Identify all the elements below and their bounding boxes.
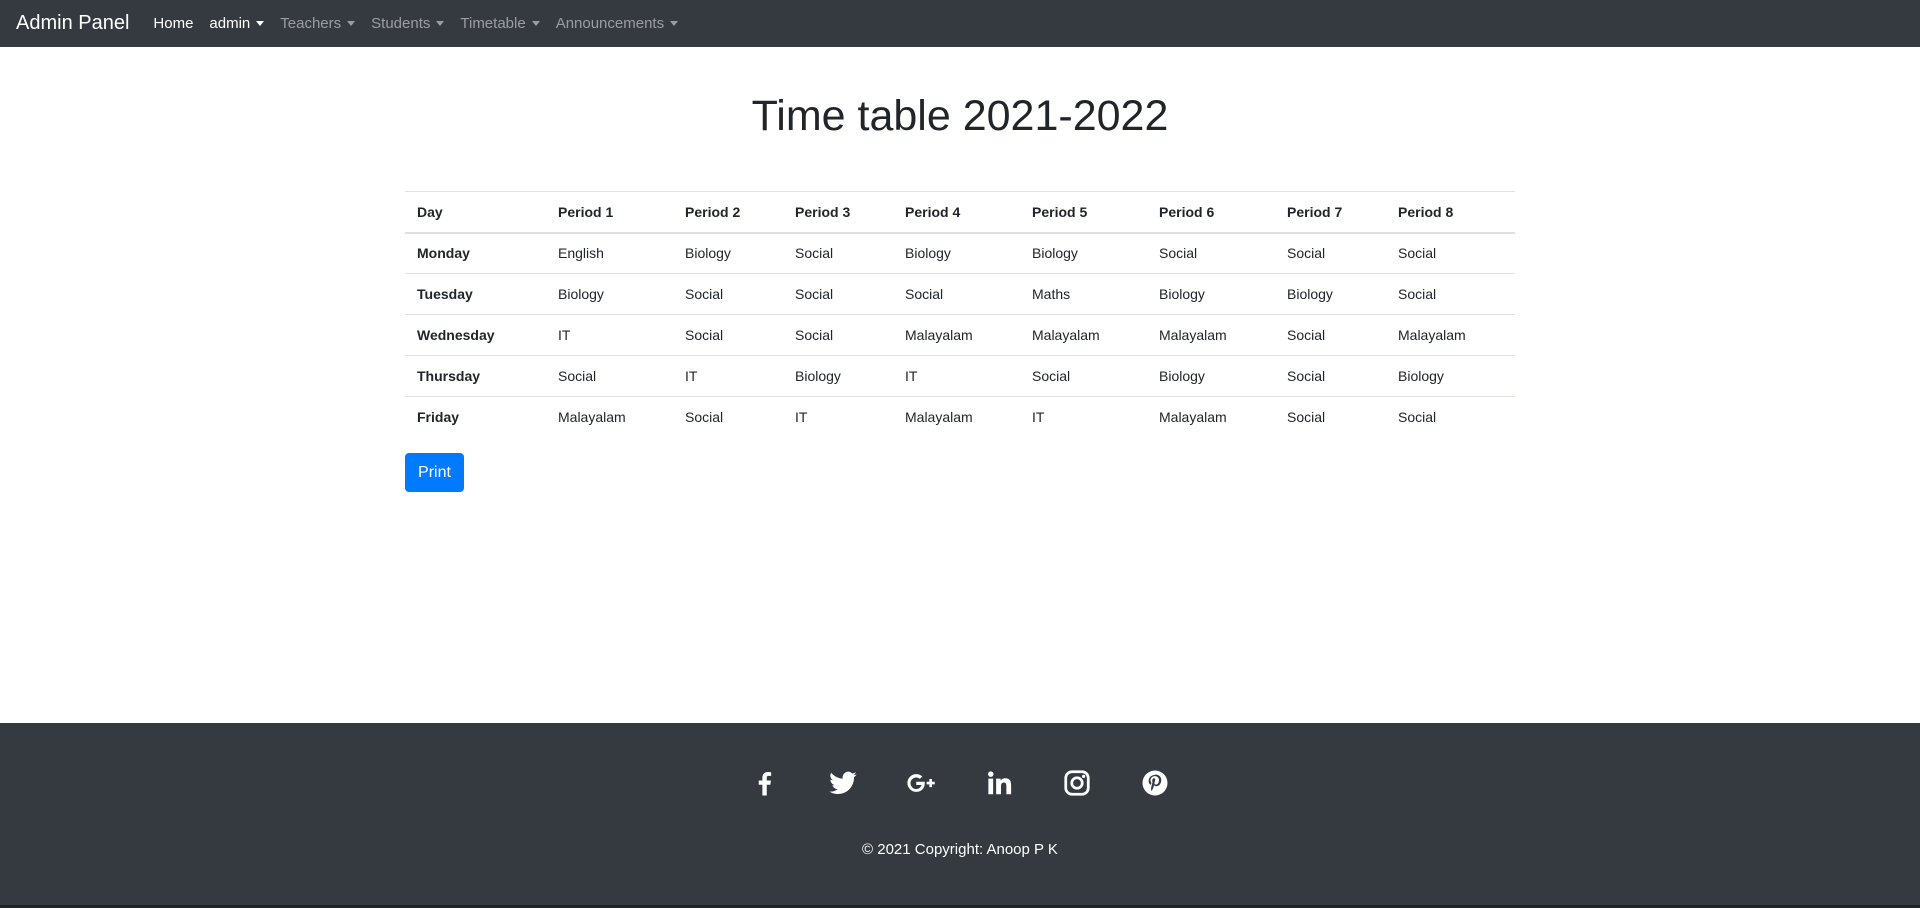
table-row: Tuesday Biology Social Social Social Mat… (405, 273, 1515, 315)
row-day-label: Monday (405, 232, 546, 274)
timetable-table: Day Period 1 Period 2 Period 3 Period 4 … (405, 191, 1515, 438)
period-cell: Social (1386, 396, 1515, 438)
period-cell: IT (893, 355, 1020, 397)
row-day-label: Friday (405, 396, 546, 438)
column-header-period-6: Period 6 (1147, 191, 1275, 234)
period-cell: Malayalam (1020, 314, 1147, 356)
nav-item-label: Home (153, 15, 194, 32)
period-cell: Social (673, 314, 783, 356)
period-cell: IT (673, 355, 783, 397)
linkedin-icon[interactable] (979, 763, 1019, 803)
nav-item-admin-dropdown[interactable]: admin (209, 15, 265, 32)
row-day-label: Wednesday (405, 314, 546, 356)
column-header-period-7: Period 7 (1275, 191, 1386, 234)
nav-item-students-dropdown[interactable]: Students (371, 15, 445, 32)
period-cell: Social (673, 273, 783, 315)
period-cell: IT (783, 396, 893, 438)
table-header-row: Day Period 1 Period 2 Period 3 Period 4 … (405, 191, 1515, 234)
column-header-period-3: Period 3 (783, 191, 893, 234)
nav-item-label: Timetable (460, 15, 526, 32)
period-cell: Social (1275, 355, 1386, 397)
nav-item-label: Students (371, 15, 431, 32)
period-cell: Malayalam (546, 396, 673, 438)
period-cell: Malayalam (1147, 314, 1275, 356)
social-links (0, 763, 1920, 803)
table-row: Thursday Social IT Biology IT Social Bio… (405, 355, 1515, 397)
period-cell: Social (1386, 232, 1515, 274)
pinterest-icon[interactable] (1135, 763, 1175, 803)
period-cell: Biology (673, 232, 783, 274)
period-cell: Malayalam (1386, 314, 1515, 356)
nav-item-announcements-dropdown[interactable]: Announcements (555, 15, 679, 32)
column-header-period-2: Period 2 (673, 191, 783, 234)
row-day-label: Thursday (405, 355, 546, 397)
caret-down-icon (531, 21, 540, 26)
period-cell: Maths (1020, 273, 1147, 315)
caret-down-icon (347, 21, 356, 26)
period-cell: Social (1020, 355, 1147, 397)
nav-item-timetable-dropdown[interactable]: Timetable (460, 15, 540, 32)
caret-down-icon (436, 21, 445, 26)
navbar-brand[interactable]: Admin Panel (16, 12, 129, 35)
period-cell: Social (783, 314, 893, 356)
column-header-period-8: Period 8 (1386, 191, 1515, 234)
period-cell: Biology (546, 273, 673, 315)
period-cell: Biology (1386, 355, 1515, 397)
period-cell: Social (893, 273, 1020, 315)
print-button[interactable]: Print (405, 453, 464, 492)
copyright-text: © 2021 Copyright: Anoop P K (862, 841, 1058, 858)
nav-item-label: admin (209, 15, 251, 32)
period-cell: IT (546, 314, 673, 356)
period-cell: Biology (1275, 273, 1386, 315)
column-header-day: Day (405, 191, 546, 234)
period-cell: Social (1275, 396, 1386, 438)
period-cell: Social (1147, 232, 1275, 274)
table-row: Monday English Biology Social Biology Bi… (405, 232, 1515, 274)
top-navbar: Admin Panel Home admin Teachers Students… (0, 0, 1920, 47)
period-cell: Social (1275, 314, 1386, 356)
table-row: Friday Malayalam Social IT Malayalam IT … (405, 396, 1515, 438)
nav-item-home[interactable]: Home (153, 15, 193, 32)
period-cell: Social (783, 273, 893, 315)
page-title: Time table 2021-2022 (751, 92, 1169, 140)
period-cell: Malayalam (893, 396, 1020, 438)
period-cell: English (546, 232, 673, 274)
period-cell: Biology (1147, 355, 1275, 397)
nav-item-teachers-dropdown[interactable]: Teachers (280, 15, 356, 32)
caret-down-icon (670, 21, 679, 26)
instagram-icon[interactable] (1057, 763, 1097, 803)
period-cell: Biology (1020, 232, 1147, 274)
nav-item-label: Announcements (555, 15, 665, 32)
period-cell: IT (1020, 396, 1147, 438)
column-header-period-4: Period 4 (893, 191, 1020, 234)
period-cell: Biology (783, 355, 893, 397)
footer: © 2021 Copyright: Anoop P K (0, 723, 1920, 908)
google-plus-icon[interactable] (901, 763, 941, 803)
period-cell: Social (783, 232, 893, 274)
period-cell: Social (1275, 232, 1386, 274)
period-cell: Social (673, 396, 783, 438)
table-row: Wednesday IT Social Social Malayalam Mal… (405, 314, 1515, 356)
caret-down-icon (256, 21, 265, 26)
row-day-label: Tuesday (405, 273, 546, 315)
column-header-period-5: Period 5 (1020, 191, 1147, 234)
period-cell: Biology (893, 232, 1020, 274)
nav-item-label: Teachers (280, 15, 342, 32)
period-cell: Malayalam (1147, 396, 1275, 438)
period-cell: Biology (1147, 273, 1275, 315)
period-cell: Social (1386, 273, 1515, 315)
facebook-icon[interactable] (745, 763, 785, 803)
period-cell: Malayalam (893, 314, 1020, 356)
twitter-icon[interactable] (823, 763, 863, 803)
period-cell: Social (546, 355, 673, 397)
column-header-period-1: Period 1 (546, 191, 673, 234)
